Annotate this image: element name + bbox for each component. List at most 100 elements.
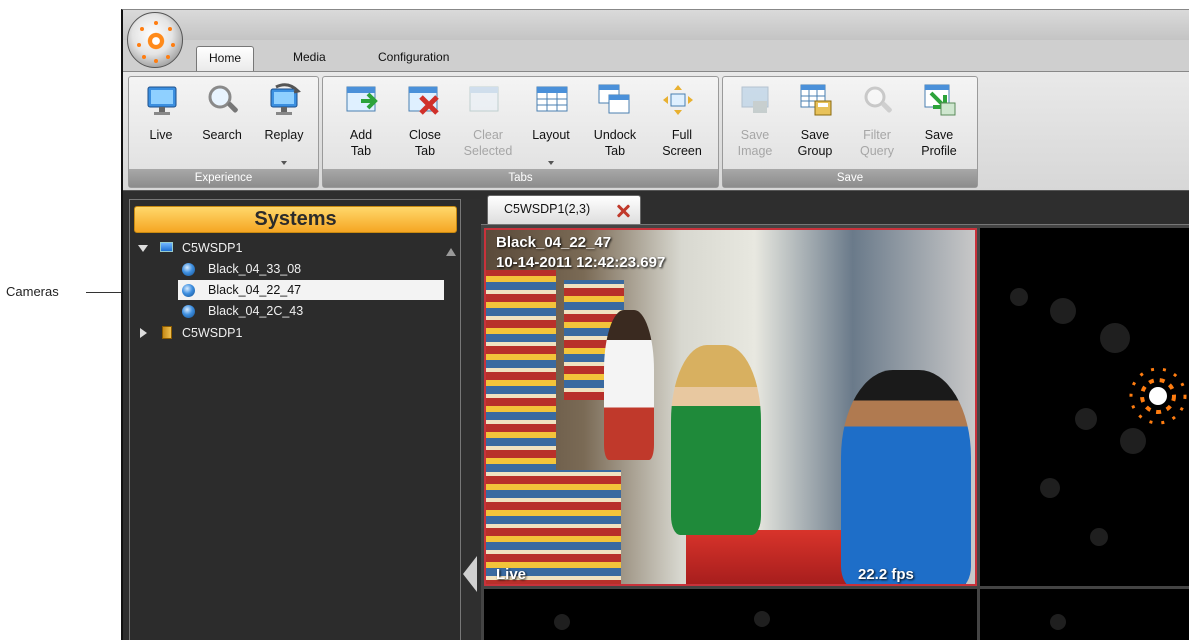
camera-view-grid: Black_04_22_47 10-14-2011 12:42:23.697 L… (481, 224, 1189, 640)
full-screen-button-label: Full Screen (662, 128, 702, 158)
add-tab-button[interactable]: Add Tab (333, 81, 389, 169)
collapse-panel-icon[interactable] (463, 556, 477, 592)
group-experience: Live Search Replay Experience (128, 76, 319, 188)
clear-selected-button[interactable]: Clear Selected (456, 81, 520, 169)
filter-query-button-label: Filter Query (859, 128, 895, 158)
brand-logo-icon (1129, 367, 1187, 425)
camera-cell-empty[interactable] (484, 589, 977, 640)
fps-overlay: 22.2 fps (858, 566, 914, 583)
replay-button[interactable]: Replay (256, 81, 312, 169)
chevron-down-icon (548, 161, 554, 165)
systems-panel: Systems C5WSDP1 Black_04_33_08 Black_04_… (129, 199, 461, 640)
group-save-label: Save (723, 169, 977, 187)
mode-overlay: Live (496, 566, 527, 583)
camera-cell-empty[interactable] (980, 228, 1189, 586)
expand-arrow-icon[interactable] (140, 328, 147, 338)
title-bar (123, 10, 1189, 40)
tree-node-label: Black_04_22_47 (208, 283, 302, 297)
scroll-up-icon[interactable] (446, 248, 456, 256)
bokeh-dot (754, 611, 770, 627)
camera-icon (182, 305, 195, 318)
view-tab-label: C5WSDP1(2,3) (504, 202, 591, 216)
tree-node-label: Black_04_2C_43 (208, 304, 304, 318)
video-feed-shelf (556, 470, 621, 584)
close-tab-button[interactable]: Close Tab (395, 81, 455, 169)
camera-icon (182, 263, 195, 276)
ribbon-tab-strip: Home Media Configuration (123, 40, 1189, 71)
layout-button-label: Layout (532, 128, 570, 142)
tree-node-camera-selected[interactable]: Black_04_22_47 (178, 280, 444, 300)
systems-panel-title: Systems (134, 206, 457, 233)
group-experience-label: Experience (129, 169, 318, 187)
tree-node-camera[interactable]: Black_04_2C_43 (178, 301, 440, 321)
video-feed-person (671, 345, 761, 535)
server-icon (162, 326, 172, 339)
fullscreen-icon (663, 85, 693, 115)
undock-tab-button-label: Undock Tab (593, 128, 637, 158)
logo-dot (166, 55, 170, 59)
layout-button[interactable]: Layout (523, 81, 579, 169)
logo-dot (142, 55, 146, 59)
app-menu-button[interactable] (127, 12, 183, 68)
close-icon[interactable] (616, 204, 630, 218)
live-button[interactable]: Live (133, 81, 189, 169)
save-group-icon (800, 84, 832, 116)
bokeh-dot (1120, 428, 1146, 454)
monitor-icon (147, 86, 177, 115)
save-group-button[interactable]: Save Group (787, 81, 843, 169)
search-button[interactable]: Search (194, 81, 250, 169)
search-button-label: Search (202, 128, 242, 142)
bokeh-dot (1010, 288, 1028, 306)
clear-selected-button-label: Clear Selected (463, 128, 513, 158)
expand-arrow-icon[interactable] (138, 245, 148, 252)
magnifier-icon (208, 85, 238, 113)
video-feed-person (604, 310, 654, 460)
tab-configuration[interactable]: Configuration (366, 46, 461, 71)
tree-node-system[interactable]: C5WSDP1 (138, 238, 338, 258)
group-save: Save Image Save Group Filter Query Save … (722, 76, 978, 188)
logo-dot (154, 21, 158, 25)
view-tab[interactable]: C5WSDP1(2,3) (487, 195, 641, 225)
close-tab-button-label: Close Tab (409, 128, 441, 158)
logo-dot (168, 27, 172, 31)
undock-tab-icon (598, 84, 630, 114)
logo-dot (171, 43, 175, 47)
replay-button-label: Replay (264, 128, 304, 142)
live-button-label: Live (149, 128, 173, 142)
tree-node-label: Black_04_33_08 (208, 262, 302, 276)
save-image-button-label: Save Image (737, 128, 773, 158)
camera-cell-empty[interactable] (980, 589, 1189, 640)
bokeh-dot (554, 614, 570, 630)
tree-node-label: C5WSDP1 (182, 326, 243, 340)
tree-node-server[interactable]: C5WSDP1 (138, 323, 338, 343)
tree-node-label: C5WSDP1 (182, 241, 243, 255)
save-profile-icon (924, 84, 956, 116)
camera-cell-active[interactable]: Black_04_22_47 10-14-2011 12:42:23.697 L… (484, 228, 977, 586)
save-group-button-label: Save Group (797, 128, 833, 158)
tree-node-camera[interactable]: Black_04_33_08 (178, 259, 440, 279)
add-tab-button-label: Add Tab (349, 128, 373, 158)
bokeh-dot (1100, 323, 1130, 353)
logo-dot (154, 59, 158, 63)
save-image-button[interactable]: Save Image (727, 81, 783, 169)
system-monitor-icon (160, 242, 173, 252)
ribbon: Live Search Replay Experience Add Tab Cl… (123, 71, 1189, 191)
timestamp-overlay: 10-14-2011 12:42:23.697 (496, 254, 666, 271)
bokeh-dot (1090, 528, 1108, 546)
layout-grid-icon (536, 86, 568, 112)
full-screen-button[interactable]: Full Screen (649, 81, 715, 169)
add-tab-icon (346, 86, 378, 112)
camera-icon (182, 284, 195, 297)
logo-dot (140, 27, 144, 31)
group-tabs: Add Tab Close Tab Clear Selected Layout … (322, 76, 719, 188)
video-feed-shelf (486, 270, 556, 584)
tab-media[interactable]: Media (281, 46, 338, 71)
replay-icon (270, 83, 301, 115)
save-profile-button[interactable]: Save Profile (911, 81, 967, 169)
tab-home[interactable]: Home (196, 46, 255, 71)
video-feed-person (841, 370, 971, 584)
undock-tab-button[interactable]: Undock Tab (585, 81, 645, 169)
save-profile-button-label: Save Profile (921, 128, 957, 158)
filter-query-button[interactable]: Filter Query (849, 81, 905, 169)
bokeh-dot (1075, 408, 1097, 430)
